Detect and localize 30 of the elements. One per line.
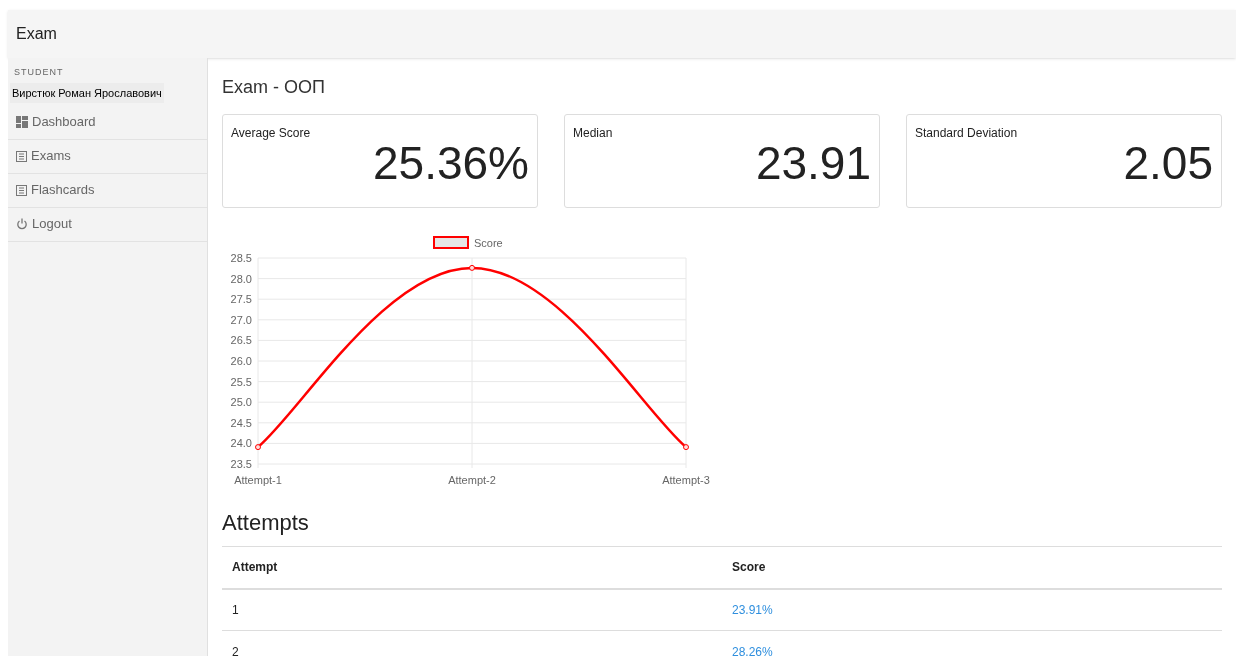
column-header: Score xyxy=(722,546,1222,589)
axis-tick-label: Attempt-3 xyxy=(662,474,710,486)
axis-tick-label: 27.0 xyxy=(230,313,252,326)
table-cell: 1 xyxy=(222,588,722,631)
axis-tick-label: 26.0 xyxy=(230,355,252,367)
section-title: Attempts xyxy=(222,509,310,537)
axis-tick-label: 25.0 xyxy=(230,396,252,409)
role-label: STUDENT xyxy=(13,66,65,79)
axis-tick-label: 28.5 xyxy=(230,252,252,264)
legend-label: Score xyxy=(474,237,503,249)
axis-tick-label: 24.0 xyxy=(230,437,252,450)
axis-tick-label: Attempt-2 xyxy=(448,474,496,486)
page-title: Exam - ООП xyxy=(222,76,326,99)
axis-tick-label: 25.5 xyxy=(230,375,252,388)
axis-tick-label: 26.5 xyxy=(230,334,252,347)
app-title: Exam xyxy=(16,24,57,44)
stat-label: Median xyxy=(573,125,614,142)
axis-tick-label: 24.5 xyxy=(230,416,252,429)
stat-value: 25.36% xyxy=(372,140,529,186)
column-header: Attempt xyxy=(222,546,722,589)
stat-label: Standard Deviation xyxy=(915,125,1019,142)
axis-tick-label: 27.5 xyxy=(230,293,252,306)
axis-tick-label: 23.5 xyxy=(230,458,252,470)
user-name: Вирстюк Роман Ярославович xyxy=(10,82,164,103)
table-cell: 2 xyxy=(222,630,722,656)
stat-value: 23.91 xyxy=(754,140,871,186)
axis-tick-label: Attempt-1 xyxy=(234,474,282,486)
stat-label: Average Score xyxy=(231,125,312,142)
stat-value: 2.05 xyxy=(1122,140,1213,186)
axis-tick-label: 28.0 xyxy=(230,272,252,285)
